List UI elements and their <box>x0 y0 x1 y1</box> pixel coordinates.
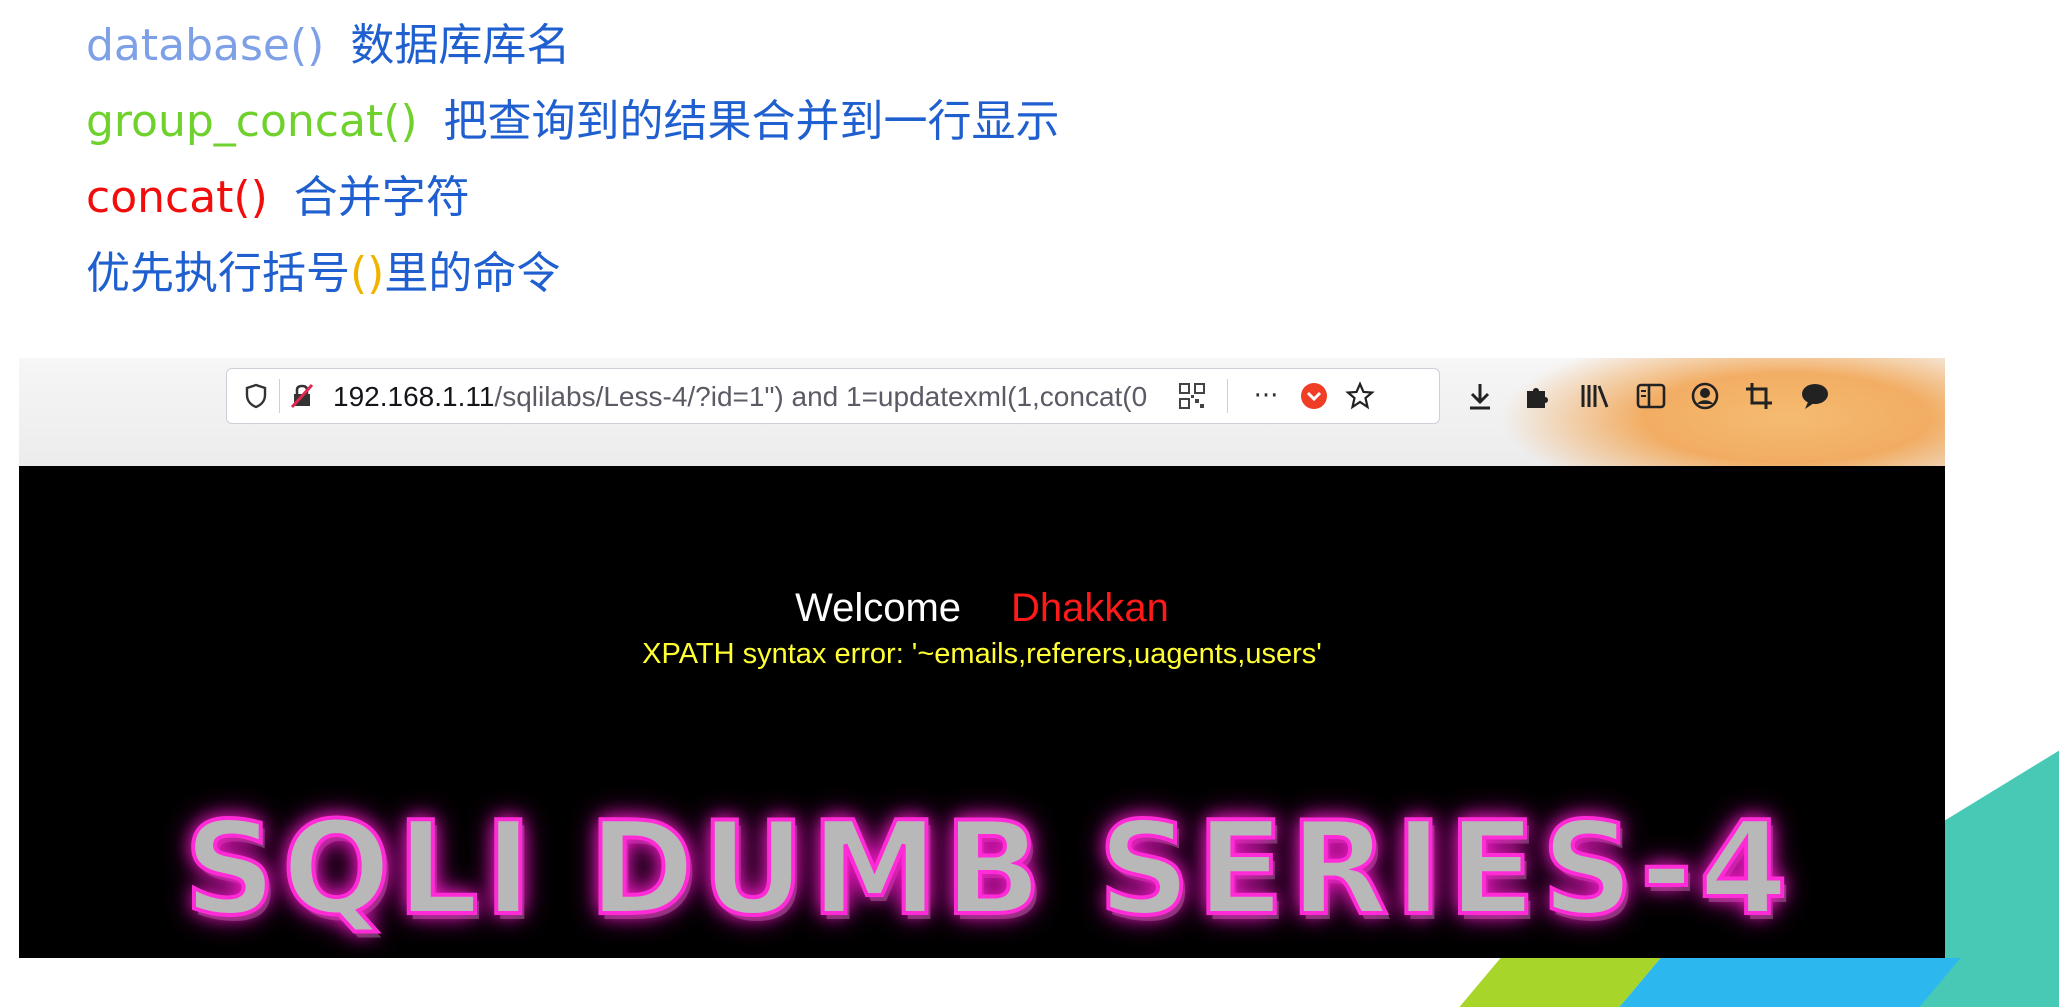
firefox-theme-art <box>1499 358 1945 478</box>
page-actions-more-icon[interactable]: ··· <box>1251 381 1281 411</box>
chat-icon[interactable] <box>1797 378 1833 414</box>
url-path: /sqlilabs/Less-4/?id=1") and 1=updatexml… <box>494 381 1148 412</box>
url-bar[interactable]: 192.168.1.11/sqlilabs/Less-4/?id=1") and… <box>226 368 1440 424</box>
url-divider <box>279 379 280 413</box>
note-function: database() <box>86 20 325 71</box>
qr-code-icon[interactable] <box>1177 381 1207 411</box>
tracking-shield-icon[interactable] <box>241 381 271 411</box>
bookmark-star-icon[interactable] <box>1345 381 1375 411</box>
pocket-icon[interactable] <box>1299 381 1329 411</box>
note-description: 把查询到的结果合并到一行显示 <box>443 96 1060 147</box>
sqli-dumb-series-banner: SQLI DUMB SERIES-4 <box>182 793 1795 946</box>
browser-window: 192.168.1.11/sqlilabs/Less-4/?id=1") and… <box>19 358 1945 958</box>
url-host: 192.168.1.11 <box>333 381 495 412</box>
note-group-concat: group_concat() 把查询到的结果合并到一行显示 <box>86 92 1060 152</box>
note-parentheses: 优先执行括号()里的命令 <box>86 244 560 304</box>
note-paren: () <box>350 248 385 299</box>
browser-toolbar: 192.168.1.11/sqlilabs/Less-4/?id=1") and… <box>19 358 1945 478</box>
screenshot-icon[interactable] <box>1741 378 1777 414</box>
download-icon[interactable] <box>1462 378 1498 414</box>
account-icon[interactable] <box>1687 378 1723 414</box>
note-database: database() 数据库库名 <box>86 16 570 76</box>
note-text-after: 里的命令 <box>384 248 561 299</box>
xpath-error-message: XPATH syntax error: '~emails,referers,ua… <box>642 638 1322 670</box>
page-content: Welcome Dhakkan XPATH syntax error: '~ema… <box>19 466 1945 958</box>
welcome-text: Welcome <box>795 586 962 630</box>
insecure-lock-icon[interactable] <box>287 381 317 411</box>
note-concat: concat() 合并字符 <box>86 168 470 228</box>
url-text[interactable]: 192.168.1.11/sqlilabs/Less-4/?id=1") and… <box>333 377 1163 417</box>
extensions-icon[interactable] <box>1519 378 1555 414</box>
decorative-blue-stripe <box>1619 958 1961 1007</box>
note-description: 合并字符 <box>293 172 470 223</box>
note-function: group_concat() <box>86 96 418 147</box>
welcome-name: Dhakkan <box>1011 586 1169 630</box>
note-text-before: 优先执行括号 <box>86 248 350 299</box>
welcome-line: Welcome Dhakkan <box>19 586 1945 631</box>
url-divider <box>1227 379 1228 413</box>
library-icon[interactable] <box>1576 378 1612 414</box>
note-description: 数据库库名 <box>350 20 571 71</box>
note-function: concat() <box>86 172 268 223</box>
reader-view-icon[interactable] <box>1633 378 1669 414</box>
